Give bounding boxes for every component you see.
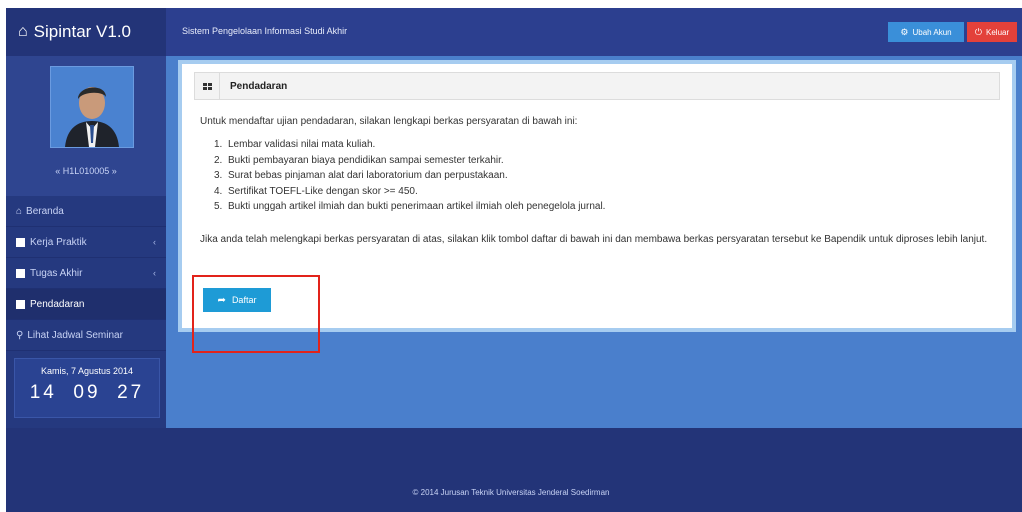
sidebar-item-beranda[interactable]: ⌂ Beranda [6, 196, 166, 227]
sidebar-item-label: Lihat Jadwal Seminar [27, 329, 123, 341]
book-icon [16, 268, 25, 278]
avatar [50, 66, 134, 148]
home-icon: ⌂ [18, 23, 28, 40]
home-icon: ⌂ [16, 205, 23, 217]
chevron-left-icon: ‹ [153, 268, 156, 278]
top-bar: ⌂ Sipintar V1.0 Sistem Pengelolaan Infor… [6, 8, 1022, 56]
intro-text: Untuk mendaftar ujian pendadaran, silaka… [200, 116, 578, 127]
panel-header: Pendadaran [194, 72, 1000, 100]
chevron-left-icon: ‹ [153, 237, 156, 247]
book-icon [16, 299, 25, 309]
sidebar-item-tugas-akhir[interactable]: Tugas Akhir ‹ [6, 258, 166, 289]
list-item: 3. Surat bebas pinjaman alat dari laborat… [214, 170, 508, 181]
sidebar-item-jadwal-seminar[interactable]: ⚲ Lihat Jadwal Seminar [6, 320, 166, 351]
change-account-label: Ubah Akun [912, 27, 952, 37]
user-avatar-icon [51, 67, 133, 147]
change-account-button[interactable]: ⚙ Ubah Akun [888, 22, 964, 42]
sidebar-menu: ⌂ Beranda Kerja Praktik ‹ Tugas Akhir ‹ … [6, 196, 166, 351]
user-panel: « H1L010005 » [6, 56, 166, 196]
sidebar: « H1L010005 » ⌂ Beranda Kerja Praktik ‹ … [6, 56, 166, 428]
sidebar-item-pendadaran[interactable]: Pendadaran [6, 289, 166, 320]
list-item: 5. Bukti unggah artikel ilmiah dan bukti … [214, 201, 606, 212]
grid-icon [195, 73, 220, 99]
list-item: 2. Bukti pembayaran biaya pendidikan samp… [214, 154, 504, 166]
clock-date: Kamis, 7 Agustus 2014 [40, 366, 134, 376]
footer [6, 428, 1022, 512]
logout-button[interactable]: ⏻ Keluar [967, 22, 1017, 42]
search-icon: ⚲ [16, 329, 24, 341]
clock-widget: Kamis, 7 Agustus 2014 14 09 27 [14, 358, 160, 418]
list-item: 1. Lembar validasi nilai mata kuliah. [214, 139, 376, 150]
logout-label: Keluar [986, 27, 1010, 37]
clock-time: 14 09 27 [29, 382, 145, 403]
sidebar-item-label: Tugas Akhir [30, 267, 83, 279]
book-icon [16, 237, 25, 247]
gears-icon: ⚙ [900, 26, 909, 37]
sidebar-item-kerja-praktik[interactable]: Kerja Praktik ‹ [6, 227, 166, 258]
brand[interactable]: ⌂ Sipintar V1.0 [6, 8, 166, 56]
sidebar-item-label: Pendadaran [30, 298, 85, 310]
sidebar-item-label: Beranda [26, 205, 64, 217]
note-text: Jika anda telah melengkapi berkas persya… [200, 234, 988, 245]
footer-text: © 2014 Jurusan Teknik Universitas Jender… [412, 488, 610, 497]
highlight-box [192, 275, 320, 353]
panel-title: Pendadaran [230, 80, 288, 92]
list-item: 4. Sertifikat TOEFL-Like dengan skor >= 4… [214, 185, 418, 197]
power-icon: ⏻ [974, 26, 982, 37]
sidebar-item-label: Kerja Praktik [30, 236, 87, 248]
app-subtitle: Sistem Pengelolaan Informasi Studi Akhir [182, 26, 348, 36]
requirements-list: 1. Lembar validasi nilai mata kuliah. 2. B… [214, 137, 605, 215]
app-title: Sipintar V1.0 [33, 22, 132, 41]
user-name: « H1L010005 » [55, 166, 117, 176]
